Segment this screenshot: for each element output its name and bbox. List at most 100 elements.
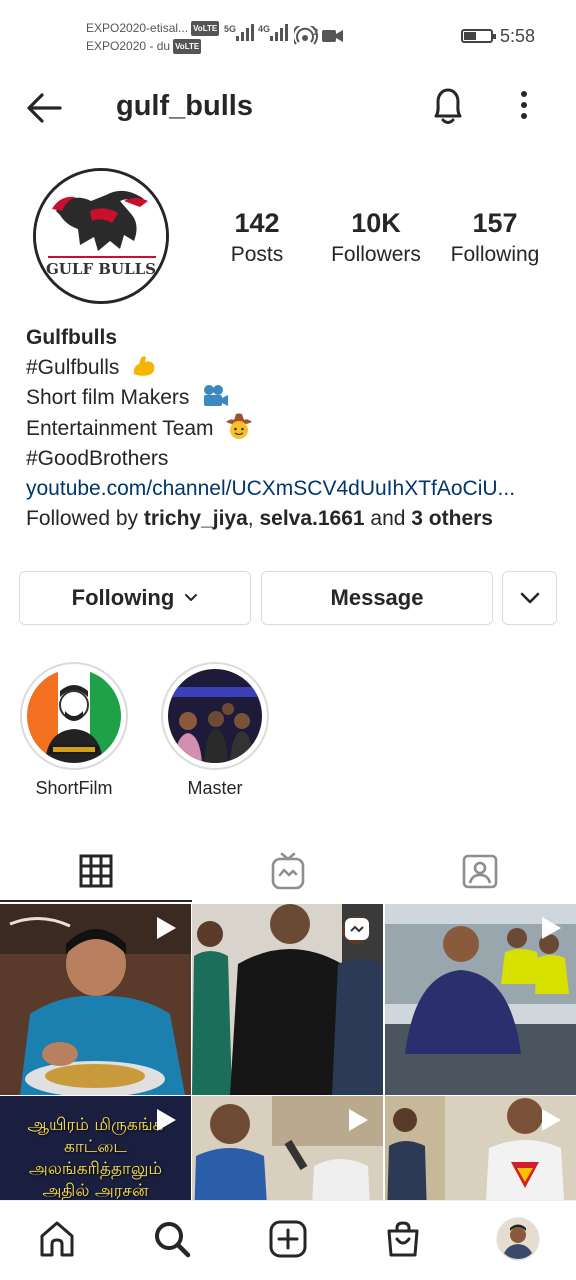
- post-thumbnail[interactable]: [192, 904, 383, 1095]
- followed-by-prefix: Followed by: [26, 507, 144, 530]
- nav-home[interactable]: [35, 1217, 79, 1261]
- back-button[interactable]: [22, 86, 66, 130]
- bio-line-1: #Gulfbulls: [26, 353, 556, 383]
- following-button-label: Following: [71, 585, 175, 610]
- bio-hashtag-gulfbulls[interactable]: #Gulfbulls: [26, 356, 119, 379]
- highlight-cover-image: [27, 669, 121, 763]
- profile-avatar[interactable]: GULF BULLS: [33, 168, 169, 304]
- post-thumbnail[interactable]: [385, 904, 576, 1095]
- new-post-icon: [269, 1220, 307, 1258]
- following-button[interactable]: Following: [19, 571, 251, 625]
- posts-label: Posts: [230, 243, 284, 266]
- bio-line-2: Short film Makers: [26, 383, 556, 413]
- more-options-button[interactable]: [510, 86, 538, 126]
- carrier-2: EXPO2020 - du VoLTE: [86, 39, 202, 54]
- followers-label: Followers: [331, 243, 421, 266]
- follower-name-1: trichy_jiya: [143, 507, 248, 530]
- signal-icon: [236, 24, 256, 41]
- suggested-accounts-button[interactable]: [502, 571, 557, 625]
- posts-count: 142: [234, 208, 280, 238]
- profile-avatar: [496, 1217, 540, 1261]
- signal-icon: [270, 24, 290, 41]
- followers-count: 10K: [351, 208, 401, 238]
- video-play-icon: [542, 1109, 561, 1131]
- message-button-label: Message: [330, 585, 424, 610]
- bio-line-3: Entertainment Team: [26, 413, 556, 444]
- highlight-label: Master: [187, 778, 243, 798]
- stat-followers[interactable]: 10K Followers: [316, 206, 436, 270]
- profile-display-name: Gulfbulls: [26, 326, 117, 349]
- highlight-master[interactable]: Master: [161, 662, 269, 799]
- arrow-left-icon: [27, 93, 62, 123]
- clock: 5:58: [500, 26, 536, 46]
- stat-following[interactable]: 157 Following: [435, 206, 555, 270]
- tab-igtv[interactable]: [192, 840, 384, 902]
- highlight-label: ShortFilm: [35, 778, 113, 798]
- grid-icon: [79, 854, 113, 888]
- stat-posts[interactable]: 142 Posts: [197, 206, 317, 270]
- video-play-icon: [542, 917, 561, 939]
- bell-icon: [434, 88, 462, 124]
- chevron-down-icon: [185, 594, 198, 601]
- more-vertical-icon: [521, 91, 527, 119]
- carrier-1: EXPO2020-etisal... VoLTE: [86, 21, 220, 36]
- battery-icon: [461, 29, 496, 43]
- post-thumbnail[interactable]: [0, 904, 191, 1095]
- notifications-button[interactable]: [428, 84, 468, 128]
- volte-badge: VoLTE: [173, 39, 202, 54]
- svg-text:GULF BULLS: GULF BULLS: [46, 260, 156, 278]
- hotspot-icon: 2: [294, 26, 319, 45]
- message-button[interactable]: Message: [261, 571, 493, 625]
- home-icon: [40, 1221, 74, 1257]
- bottom-navigation: [0, 1200, 576, 1280]
- igtv-icon: [271, 852, 305, 890]
- post-thumbnail[interactable]: ஆயிரம் மிருகங்க காட்டை அலங்கரித்தாலும் அ…: [0, 1096, 191, 1200]
- video-play-icon: [157, 917, 176, 939]
- nav-search[interactable]: [150, 1217, 194, 1261]
- highlight-shortfilm[interactable]: ShortFilm: [20, 662, 128, 799]
- svg-text:2: 2: [313, 28, 319, 38]
- bio-line-3-text: Entertainment Team: [26, 417, 214, 440]
- nav-shop[interactable]: [381, 1217, 425, 1261]
- tab-tagged[interactable]: [384, 840, 576, 902]
- highlight-cover-image: [168, 669, 262, 763]
- profile-bio: Gulfbulls #Gulfbulls Short film Makers E…: [26, 323, 556, 534]
- followed-by-text[interactable]: Followed by trichy_jiya, selva.1661 and …: [26, 504, 556, 534]
- chevron-down-icon: [520, 592, 539, 604]
- video-play-icon: [157, 1109, 176, 1131]
- network-4g-label: 4G: [258, 24, 271, 34]
- movie-camera-icon: [204, 385, 229, 406]
- active-tab-indicator: [0, 900, 192, 902]
- bio-hashtag-goodbrothers[interactable]: #GoodBrothers: [26, 444, 556, 474]
- shopping-bag-icon: [387, 1221, 419, 1257]
- followed-by-separator: ,: [247, 507, 260, 530]
- video-call-icon: [322, 30, 343, 42]
- flexed-biceps-icon: [134, 356, 155, 376]
- volte-badge: VoLTE: [191, 21, 220, 36]
- nav-profile[interactable]: [496, 1217, 540, 1261]
- bio-website-link[interactable]: youtube.com/channel/UCXmSCV4dUuIhXTfAoCi…: [26, 474, 556, 504]
- following-count: 157: [472, 208, 518, 238]
- followed-by-others: 3 others: [411, 507, 493, 530]
- post-thumbnail[interactable]: [385, 1096, 576, 1200]
- highlight-ring: [20, 662, 128, 770]
- network-5g-label: 5G: [224, 24, 237, 34]
- highlight-ring: [161, 662, 269, 770]
- carrier-1-label: EXPO2020-etisal...: [86, 21, 189, 35]
- video-play-icon: [349, 1109, 368, 1131]
- profile-username: gulf_bulls: [116, 90, 253, 122]
- igtv-badge-icon: [345, 918, 369, 940]
- post-thumbnail[interactable]: [192, 1096, 383, 1200]
- tagged-person-icon: [462, 854, 498, 889]
- following-label: Following: [450, 243, 540, 266]
- nav-new-post[interactable]: [266, 1217, 310, 1261]
- follower-name-2: selva.1661: [259, 507, 365, 530]
- carrier-2-label: EXPO2020 - du: [86, 39, 171, 53]
- tab-grid[interactable]: [0, 840, 192, 902]
- status-bar: EXPO2020-etisal... VoLTE EXPO2020 - du VoL…: [0, 0, 576, 72]
- search-icon: [155, 1222, 191, 1258]
- posts-grid: ஆயிரம் மிருகங்க காட்டை அலங்கரித்தாலும் அ…: [0, 904, 576, 1200]
- bio-line-2-text: Short film Makers: [26, 386, 190, 409]
- bull-logo-icon: GULF BULLS: [36, 171, 166, 301]
- followed-by-and: and: [364, 507, 412, 530]
